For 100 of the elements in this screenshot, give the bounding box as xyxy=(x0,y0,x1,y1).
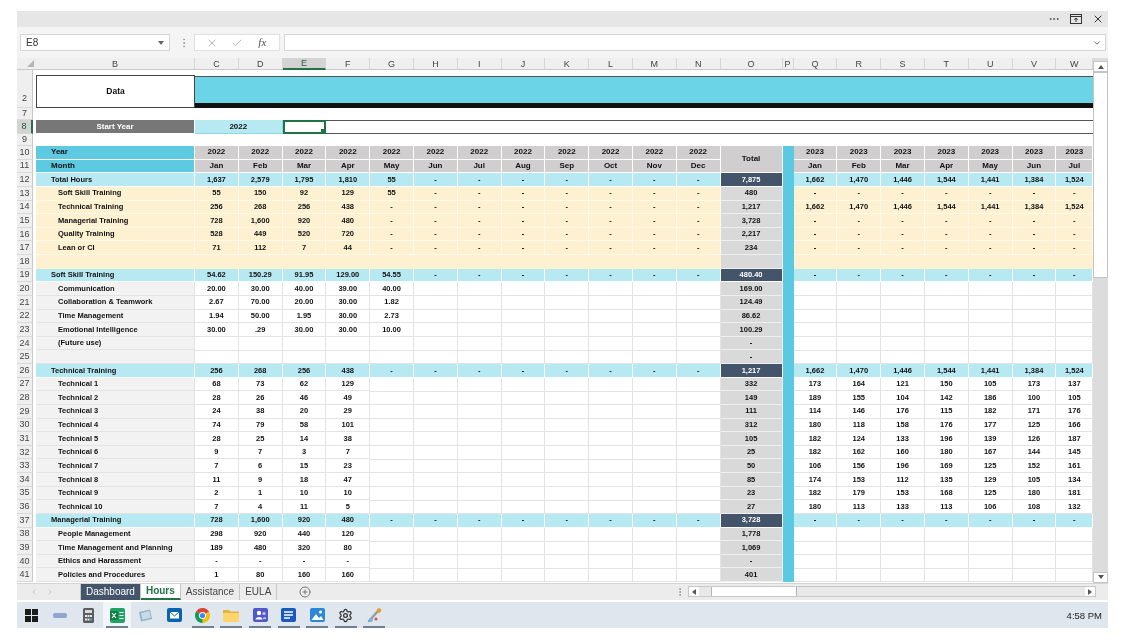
column-header[interactable]: D xyxy=(238,58,283,70)
header-cell: 2022 xyxy=(282,146,327,160)
header-cell: 2022 xyxy=(632,146,677,160)
column-header[interactable]: F xyxy=(326,58,371,70)
row-number[interactable]: 10 xyxy=(17,146,33,160)
header-cell: 2022 xyxy=(457,146,502,160)
column-header[interactable]: V xyxy=(1012,58,1057,70)
column-header[interactable]: L xyxy=(589,58,633,70)
sheet-tab[interactable]: Assistance xyxy=(180,583,241,600)
spreadsheet-icon[interactable] xyxy=(109,607,125,623)
row-number[interactable]: 26 xyxy=(17,364,33,378)
header-cell: 2022 xyxy=(370,146,414,160)
column-header[interactable]: K xyxy=(545,58,590,70)
column-header[interactable]: M xyxy=(632,58,677,70)
row-number[interactable]: 18 xyxy=(17,255,33,269)
header-cell: 2022 xyxy=(238,146,283,160)
scroll-thumb[interactable] xyxy=(711,587,797,596)
column-header[interactable]: Q xyxy=(793,58,838,70)
row-number[interactable]: 12 xyxy=(17,173,33,187)
row-number[interactable]: 36 xyxy=(17,500,33,514)
row-number[interactable]: 41 xyxy=(17,568,33,582)
header-cell: 2023 xyxy=(1056,146,1094,160)
calculator-icon[interactable] xyxy=(83,607,94,623)
taskbar-button[interactable] xyxy=(102,602,132,628)
start-year-label: Start Year xyxy=(36,120,195,134)
paintbrush-icon[interactable] xyxy=(366,607,382,623)
row-number[interactable]: 7 xyxy=(17,108,33,120)
row-number[interactable]: 20 xyxy=(17,282,33,296)
row-number[interactable]: 17 xyxy=(17,241,33,255)
dropdown-caret-icon[interactable] xyxy=(158,40,164,45)
start-icon[interactable] xyxy=(24,608,38,622)
row-number[interactable]: 23 xyxy=(17,323,33,337)
row-number[interactable]: 9 xyxy=(17,134,33,146)
header-label: Year xyxy=(36,146,195,160)
column-header[interactable]: G xyxy=(370,58,414,70)
row-number[interactable]: 8 xyxy=(17,120,33,134)
function-button[interactable]: fx xyxy=(256,37,269,48)
column-header[interactable]: U xyxy=(968,58,1013,70)
column-header[interactable]: R xyxy=(837,58,882,70)
column-header[interactable]: T xyxy=(924,58,969,70)
settings-icon[interactable] xyxy=(338,607,354,623)
column-header[interactable]: C xyxy=(195,58,239,70)
circle-logo-icon[interactable] xyxy=(195,607,211,623)
row-number[interactable]: 25 xyxy=(17,350,33,364)
document-icon[interactable] xyxy=(281,608,297,622)
scroll-up-icon[interactable] xyxy=(1097,64,1104,69)
column-header[interactable]: J xyxy=(501,58,546,70)
plus-circle-icon[interactable] xyxy=(299,585,312,598)
sheet-tab[interactable]: Hours xyxy=(140,583,181,600)
row-number[interactable]: 28 xyxy=(17,391,33,405)
header-cell: 2022 xyxy=(676,146,721,160)
row-number[interactable]: 39 xyxy=(17,541,33,555)
column-header[interactable]: I xyxy=(457,58,502,70)
row-number[interactable]: 34 xyxy=(17,473,33,487)
header-cell: 2023 xyxy=(968,146,1013,160)
close-icon[interactable] xyxy=(1092,13,1104,25)
row-number[interactable]: 15 xyxy=(17,214,33,228)
column-header[interactable]: H xyxy=(414,58,458,70)
window-arrow-icon[interactable] xyxy=(1070,14,1082,24)
column-header[interactable]: E xyxy=(282,58,327,70)
header-cell: 2022 xyxy=(501,146,546,160)
scroll-left-icon[interactable] xyxy=(692,588,696,595)
mail-icon[interactable] xyxy=(166,608,182,622)
header-cell: 2022 xyxy=(195,146,239,160)
column-header[interactable]: O xyxy=(720,58,783,70)
column-header[interactable]: P xyxy=(782,58,794,70)
scroll-right-icon[interactable] xyxy=(1088,588,1092,595)
column-header[interactable]: B xyxy=(36,58,195,70)
header-cell: 2023 xyxy=(837,146,882,160)
sheet-tab[interactable]: EULA xyxy=(240,583,278,600)
start-year-field[interactable]: 2022 xyxy=(195,120,283,134)
header-cell: 2022 xyxy=(545,146,590,160)
header-cell: 2023 xyxy=(793,146,838,160)
clock: 4:58 PM xyxy=(1066,609,1103,621)
dash-icon[interactable] xyxy=(52,612,67,618)
people-icon[interactable] xyxy=(252,608,268,622)
row-number[interactable]: 33 xyxy=(17,459,33,473)
sheet-tab[interactable]: Dashboard xyxy=(81,583,141,600)
active-cell[interactable] xyxy=(282,120,327,134)
column-header[interactable]: N xyxy=(676,58,721,70)
column-header[interactable]: W xyxy=(1056,58,1094,70)
header-cell: 2023 xyxy=(924,146,969,160)
header-cell: 2023 xyxy=(1012,146,1057,160)
header-cell: 2022 xyxy=(414,146,458,160)
row-number[interactable]: 31 xyxy=(17,432,33,446)
sheet-title: Data xyxy=(36,75,195,108)
scroll-thumb[interactable] xyxy=(1093,72,1108,278)
header-cell: 2022 xyxy=(326,146,371,160)
scroll-down-icon[interactable] xyxy=(1097,575,1104,579)
header-cell: 2022 xyxy=(589,146,633,160)
column-header[interactable]: S xyxy=(881,58,925,70)
header-cell: Total xyxy=(720,146,783,174)
vertical-scrollbar[interactable] xyxy=(1093,58,1108,583)
merged-cell[interactable] xyxy=(326,120,1094,134)
image-icon[interactable] xyxy=(309,608,325,622)
header-cell: 2023 xyxy=(881,146,925,160)
name-box[interactable]: E8 xyxy=(20,34,170,51)
row-number[interactable]: 2 xyxy=(17,70,33,108)
formula-input[interactable] xyxy=(284,34,1106,51)
horizontal-scrollbar[interactable] xyxy=(688,586,1096,597)
